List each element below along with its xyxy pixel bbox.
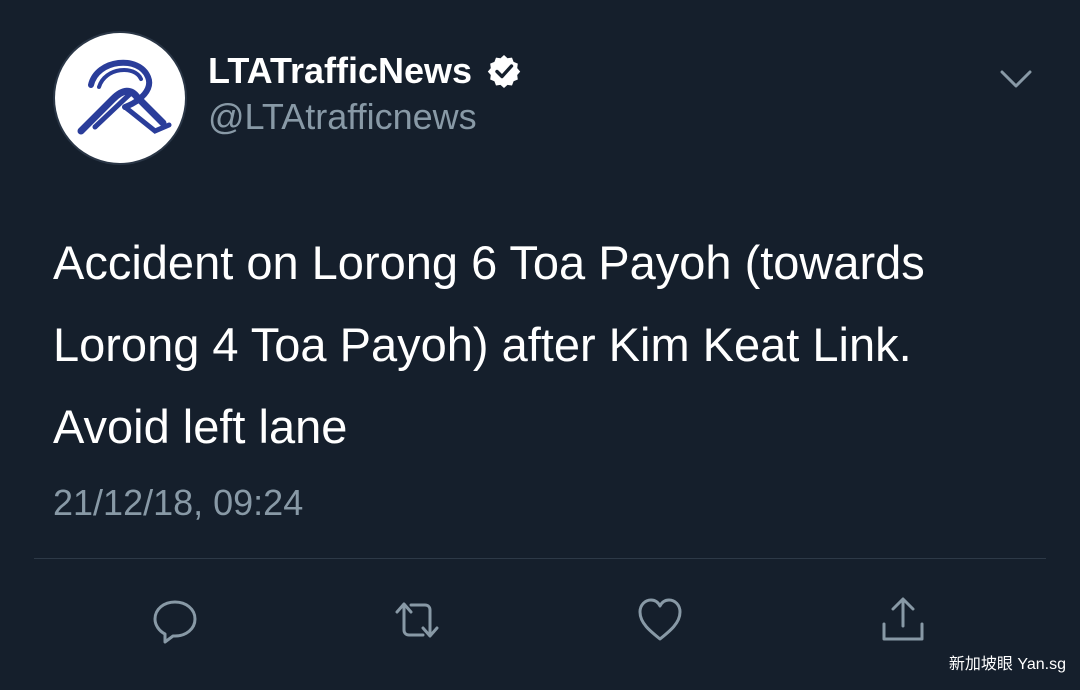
chevron-down-icon	[1000, 70, 1032, 88]
heart-icon	[638, 598, 682, 641]
reply-button[interactable]	[145, 590, 205, 650]
retweet-button[interactable]	[387, 590, 447, 650]
tweet-menu-button[interactable]	[996, 64, 1036, 94]
share-icon	[882, 597, 924, 641]
handle[interactable]: @LTAtrafficnews	[208, 96, 477, 138]
tweet-text-line: Accident on Lorong 6 Toa Payoh (towards	[53, 236, 925, 289]
like-button[interactable]	[630, 590, 690, 650]
tweet-timestamp[interactable]: 21/12/18, 09:24	[53, 482, 303, 524]
watermark: 新加坡眼 Yan.sg	[948, 656, 1066, 673]
avatar[interactable]	[55, 33, 185, 163]
display-name-row[interactable]: LTATrafficNews	[208, 48, 522, 94]
share-button[interactable]	[873, 590, 933, 650]
display-name[interactable]: LTATrafficNews	[208, 50, 472, 92]
tweet-text-line: Lorong 4 Toa Payoh) after Kim Keat Link.	[53, 318, 912, 371]
divider	[34, 558, 1046, 559]
lta-logo-icon	[77, 59, 172, 135]
tweet-text: Accident on Lorong 6 Toa Payoh (towards …	[53, 222, 1053, 468]
retweet-icon	[395, 602, 439, 638]
reply-icon	[153, 600, 197, 644]
verified-badge-icon	[487, 55, 521, 88]
tweet-text-line: Avoid left lane	[53, 400, 348, 453]
